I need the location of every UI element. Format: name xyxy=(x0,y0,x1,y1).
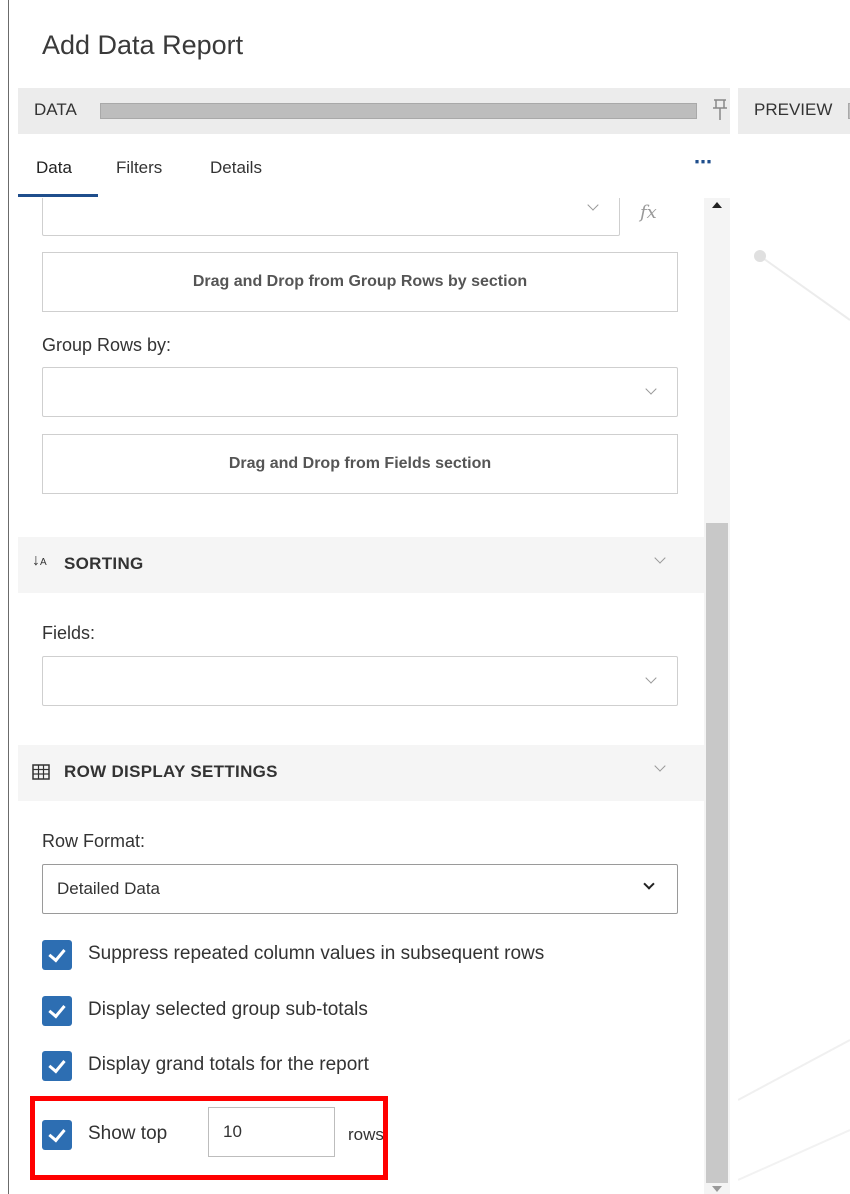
sorting-title: SORTING xyxy=(64,554,144,573)
data-panel-header: DATA xyxy=(18,88,730,134)
group-subtotals-label: Display selected group sub-totals xyxy=(88,999,368,1020)
tab-data[interactable]: Data xyxy=(36,158,72,178)
row-display-title: ROW DISPLAY SETTINGS xyxy=(64,762,278,781)
tab-filters[interactable]: Filters xyxy=(116,158,162,178)
sorting-fields-select[interactable] xyxy=(42,656,678,706)
chevron-down-icon xyxy=(587,199,599,211)
data-settings-panel: fx Drag and Drop from Group Rows by sect… xyxy=(18,198,704,1194)
preview-decoration xyxy=(737,255,850,1181)
dialog-title: Add Data Report xyxy=(42,30,244,60)
chevron-down-icon xyxy=(645,672,657,684)
suppress-repeated-checkbox[interactable] xyxy=(42,940,72,970)
row-format-value: Detailed Data xyxy=(57,879,161,898)
suppress-repeated-label: Suppress repeated column values in subse… xyxy=(88,943,545,964)
grand-totals-checkbox[interactable] xyxy=(42,1051,72,1081)
group-rows-select[interactable] xyxy=(42,367,678,417)
preview-node-dot xyxy=(754,250,766,262)
function-icon[interactable]: fx xyxy=(640,202,657,223)
more-options-button[interactable]: ⋯ xyxy=(694,152,713,173)
vertical-scrollbar[interactable] xyxy=(704,198,730,1194)
row-format-label: Row Format: xyxy=(42,831,146,851)
field-select[interactable] xyxy=(42,198,620,236)
grand-totals-label: Display grand totals for the report xyxy=(88,1054,369,1075)
scrollbar-thumb[interactable] xyxy=(706,523,728,1183)
group-subtotals-checkbox[interactable] xyxy=(42,996,72,1026)
tab-bar: Data Filters Details ⋯ xyxy=(18,140,730,198)
active-tab-indicator xyxy=(18,194,98,197)
sort-icon: ↓A xyxy=(32,552,47,569)
scroll-down-arrow-icon[interactable] xyxy=(712,1186,722,1192)
table-icon xyxy=(32,764,50,780)
chevron-down-icon xyxy=(643,878,655,890)
sorting-section-header[interactable]: ↓A SORTING xyxy=(18,537,704,593)
fields-dropzone[interactable]: Drag and Drop from Fields section xyxy=(42,434,678,494)
sorting-fields-label: Fields: xyxy=(42,623,96,643)
chevron-down-icon xyxy=(654,760,666,772)
preview-panel-label: PREVIEW xyxy=(754,100,833,119)
panel-resize-grip[interactable] xyxy=(100,103,697,119)
group-rows-label: Group Rows by: xyxy=(42,335,172,355)
pin-icon[interactable] xyxy=(710,98,730,122)
scroll-up-arrow-icon[interactable] xyxy=(712,202,722,208)
chevron-down-icon xyxy=(645,383,657,395)
tab-details[interactable]: Details xyxy=(210,158,262,178)
highlight-box xyxy=(30,1096,388,1180)
chevron-down-icon xyxy=(654,552,666,564)
row-display-section-header[interactable]: ROW DISPLAY SETTINGS xyxy=(18,745,704,801)
data-panel-label: DATA xyxy=(34,100,77,119)
preview-area xyxy=(737,140,850,1194)
group-rows-dropzone[interactable]: Drag and Drop from Group Rows by section xyxy=(42,252,678,312)
preview-panel-header: PREVIEW xyxy=(738,88,850,134)
row-format-select[interactable]: Detailed Data xyxy=(42,864,678,914)
